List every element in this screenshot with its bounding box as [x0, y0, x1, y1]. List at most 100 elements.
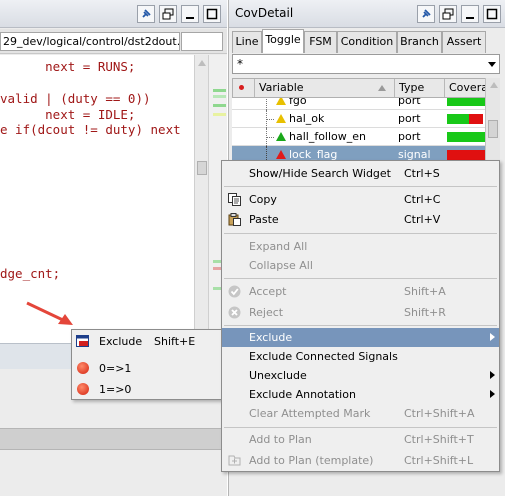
submenu-item-exclude[interactable]: Exclude Shift+E [72, 332, 222, 351]
check-icon [228, 285, 241, 298]
file-path-field[interactable]: 29_dev/logical/control/dst2dout. [0, 32, 180, 51]
tab-toggle[interactable]: Toggle [262, 29, 304, 53]
submenu-arrow-icon [490, 333, 495, 341]
coverage-bar-green [447, 132, 487, 142]
lower-panel-header [0, 428, 227, 450]
menu-item-expand-all[interactable]: Expand All [222, 237, 499, 256]
tab-assert[interactable]: Assert [442, 31, 486, 53]
coverage-bar-green [447, 98, 487, 106]
tab-fsm[interactable]: FSM [304, 31, 337, 53]
submenu-item-1-to-0[interactable]: 1=>0 [72, 380, 222, 399]
scrollbar-thumb[interactable] [488, 120, 498, 138]
variable-type: port [398, 130, 421, 143]
column-label: Variable [259, 81, 304, 94]
menu-item-label: Add to Plan [249, 433, 312, 446]
green-triangle-icon [276, 132, 286, 141]
menu-item-add-to-plan[interactable]: Add to Plan Ctrl+Shift+T [222, 430, 499, 449]
annotation-arrow-icon [26, 301, 73, 325]
path-secondary-field[interactable] [181, 32, 223, 51]
pin-icon [422, 9, 431, 18]
overview-mark [213, 95, 226, 98]
overview-mark [213, 113, 226, 116]
menu-item-label: Reject [249, 306, 284, 319]
menu-item-shortcut: Ctrl+Shift+L [404, 454, 474, 467]
menu-separator [224, 186, 497, 187]
scrollbar-thumb[interactable] [197, 161, 207, 175]
menu-item-label: Exclude [99, 335, 143, 348]
code-line: next = IDLE; [0, 107, 136, 122]
menu-item-show-hide-search[interactable]: Show/Hide Search Widget Ctrl+S [222, 164, 499, 183]
menu-item-accept[interactable]: Accept Shift+A [222, 282, 499, 301]
coverage-bar-red [469, 114, 483, 124]
overview-mark [213, 89, 226, 92]
scroll-up-icon[interactable] [197, 58, 207, 68]
context-menu: Show/Hide Search Widget Ctrl+S Copy Ctrl… [221, 160, 500, 472]
menu-item-shortcut: Ctrl+V [404, 213, 441, 226]
variable-name: hal_ok [289, 112, 325, 125]
menu-item-paste[interactable]: Paste Ctrl+V [222, 210, 499, 229]
menu-item-label: Clear Attempted Mark [249, 407, 371, 420]
type-column-header[interactable]: Type [395, 79, 445, 97]
filter-combobox[interactable]: * [232, 54, 500, 74]
menu-separator [224, 278, 497, 279]
coverage-bar-red [447, 150, 487, 160]
menu-item-label: Copy [249, 193, 277, 206]
table-row[interactable]: hal_ok port [232, 110, 490, 128]
code-line: valid | (duty == 0)) [0, 91, 151, 106]
menu-item-shortcut: Ctrl+Shift+A [404, 407, 475, 420]
maximize-icon [486, 8, 498, 20]
chevron-down-icon[interactable] [487, 61, 497, 69]
variable-column-header[interactable]: Variable [255, 79, 395, 97]
menu-item-reject[interactable]: Reject Shift+R [222, 303, 499, 322]
coverage-bar-green [447, 114, 469, 124]
menu-item-label: Accept [249, 285, 287, 298]
scroll-up-icon[interactable] [489, 81, 499, 89]
table-row[interactable]: hall_follow_en port [232, 128, 490, 146]
code-line: e if(dcout != duty) next [0, 122, 181, 137]
yellow-triangle-icon [276, 98, 286, 105]
maximize-icon [206, 8, 218, 20]
menu-separator [224, 233, 497, 234]
maximize-button[interactable] [203, 5, 221, 23]
menu-item-copy[interactable]: Copy Ctrl+C [222, 190, 499, 209]
menu-item-exclude-annotation[interactable]: Exclude Annotation [222, 385, 499, 404]
menu-item-exclude-connected[interactable]: Exclude Connected Signals [222, 347, 499, 366]
float-button[interactable] [159, 5, 177, 23]
covdetail-titlebar: CovDetail [229, 0, 505, 28]
variable-name: fgo [289, 98, 307, 107]
menu-item-clear-attempted-mark[interactable]: Clear Attempted Mark Ctrl+Shift+A [222, 404, 499, 423]
table-row[interactable]: fgo port [232, 98, 490, 110]
menu-item-exclude[interactable]: Exclude [222, 328, 499, 347]
menu-item-label: 0=>1 [99, 362, 132, 375]
minimize-button[interactable] [461, 5, 479, 23]
menu-item-collapse-all[interactable]: Collapse All [222, 256, 499, 275]
menu-item-shortcut: Ctrl+C [404, 193, 441, 206]
pin-button[interactable] [137, 5, 155, 23]
float-icon [162, 8, 174, 20]
submenu-arrow-icon [490, 390, 495, 398]
editor-vertical-scrollbar[interactable] [194, 55, 208, 343]
menu-item-add-to-plan-template[interactable]: Add to Plan (template) Ctrl+Shift+L [222, 451, 499, 470]
float-icon [442, 8, 454, 20]
float-button[interactable] [439, 5, 457, 23]
maximize-button[interactable] [483, 5, 501, 23]
menu-item-unexclude[interactable]: Unexclude [222, 366, 499, 385]
menu-item-label: 1=>0 [99, 383, 132, 396]
coverage-tabs: Line Toggle FSM Condition Branch Assert [229, 29, 505, 53]
menu-item-shortcut: Ctrl+S [404, 167, 440, 180]
red-dot-icon [77, 383, 89, 395]
variable-type: port [398, 98, 421, 107]
status-column-header[interactable] [233, 79, 255, 97]
menu-item-label: Paste [249, 213, 279, 226]
tab-branch[interactable]: Branch [397, 31, 442, 53]
grid-vertical-scrollbar[interactable] [485, 78, 500, 164]
submenu-item-0-to-1[interactable]: 0=>1 [72, 359, 222, 378]
tab-condition[interactable]: Condition [337, 31, 397, 53]
code-line: dge_cnt; [0, 266, 61, 281]
red-triangle-icon [276, 150, 286, 159]
tab-line[interactable]: Line [232, 31, 262, 53]
menu-item-shortcut: Shift+A [404, 285, 446, 298]
pin-button[interactable] [417, 5, 435, 23]
minimize-button[interactable] [181, 5, 199, 23]
template-icon [228, 455, 241, 466]
